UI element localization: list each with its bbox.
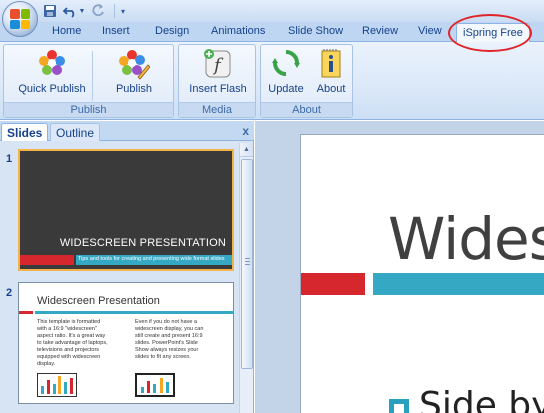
slide-title[interactable]: Wides (388, 205, 544, 273)
publish-button[interactable]: Publish (104, 47, 164, 101)
thumb2-chart-right (135, 373, 175, 397)
slide-number: 1 (6, 153, 13, 165)
quick-publish-icon (39, 50, 65, 75)
thumb2-column-left: This template is formatted with a 16:9 "… (37, 319, 108, 367)
slide-thumbnail-2[interactable]: Widescreen Presentation This template is… (18, 282, 234, 404)
tab-view[interactable]: View (418, 25, 442, 37)
media-group: f Insert Flash Media (178, 44, 256, 118)
slide-number: 2 (6, 287, 13, 299)
about-label: About (316, 83, 346, 95)
about-group: Update About About (260, 44, 353, 118)
media-group-label: Media (179, 102, 255, 117)
ribbon-tab-bar: Home Insert Design Animations Slide Show… (0, 22, 544, 43)
thumb2-title: Widescreen Presentation (37, 295, 160, 307)
thumb1-title: WIDESCREEN PRESENTATION (59, 237, 226, 249)
publish-group-label: Publish (4, 102, 173, 117)
slide-editor-area: Wides Side by (255, 121, 544, 413)
save-icon[interactable] (42, 3, 58, 19)
publish-group: Quick Publish Publish Publish (3, 44, 174, 118)
insert-flash-button[interactable]: f Insert Flash (183, 47, 253, 101)
pane-tab-bar: Slides Outline x (0, 121, 254, 141)
tab-design[interactable]: Design (155, 25, 189, 37)
update-label: Update (268, 83, 304, 95)
update-button[interactable]: Update (265, 47, 307, 101)
update-icon (272, 50, 300, 76)
tab-ispring-free[interactable]: iSpring Free (456, 23, 530, 43)
insert-flash-label: Insert Flash (189, 83, 247, 95)
slides-pane: Slides Outline x 1 WIDESCREEN PRESENTATI… (0, 121, 254, 413)
tab-home[interactable]: Home (52, 25, 81, 37)
about-icon (321, 49, 341, 78)
scroll-grip (245, 258, 250, 259)
insert-flash-icon: f (204, 49, 231, 78)
thumb1-red-bar (20, 255, 74, 265)
about-group-label: About (261, 102, 352, 117)
tab-slide-show[interactable]: Slide Show (288, 25, 343, 37)
slide-subheading[interactable]: Side by (419, 385, 544, 413)
thumb2-column-right: Even if you do not have a widescreen dis… (135, 319, 204, 360)
scroll-grip (245, 264, 250, 265)
title-bar: ▼ ▾ (0, 0, 544, 22)
thumb2-teal-bar (35, 311, 233, 314)
quick-publish-label: Quick Publish (18, 83, 86, 95)
tab-outline[interactable]: Outline (50, 123, 101, 141)
scroll-grip (245, 261, 250, 262)
quick-access-separator (114, 4, 115, 18)
thumb1-subtitle: Tips and tools for creating and presenti… (78, 256, 225, 262)
group-separator (92, 51, 93, 101)
tab-insert[interactable]: Insert (102, 25, 130, 37)
thumb2-red-bar (19, 311, 33, 314)
current-slide[interactable]: Wides Side by (300, 134, 544, 413)
quick-publish-button[interactable]: Quick Publish (12, 47, 92, 101)
redo-icon[interactable] (90, 3, 106, 19)
slide-red-bar (301, 273, 365, 295)
customize-toolbar-icon[interactable]: ▾ (118, 3, 128, 19)
tab-slides[interactable]: Slides (1, 123, 49, 141)
undo-dropdown-icon[interactable]: ▼ (78, 3, 86, 19)
thumb2-chart-left (37, 373, 77, 397)
office-logo-icon (10, 9, 30, 29)
close-pane-icon[interactable]: x (242, 124, 249, 138)
undo-icon[interactable] (62, 3, 78, 19)
about-button[interactable]: About (311, 47, 351, 101)
publish-icon (119, 50, 150, 80)
office-button[interactable] (2, 1, 38, 37)
ribbon: Quick Publish Publish Publish f Insert F… (0, 42, 544, 120)
slide-thumbnail-1[interactable]: WIDESCREEN PRESENTATION Tips and tools f… (18, 149, 234, 271)
scrollbar-thumb[interactable] (241, 159, 253, 369)
publish-label: Publish (115, 83, 153, 95)
tab-review[interactable]: Review (362, 25, 398, 37)
slide-teal-bar (373, 273, 544, 295)
bullet-square-icon (389, 399, 409, 413)
tab-animations[interactable]: Animations (211, 25, 265, 37)
scroll-up-arrow-icon[interactable]: ▲ (240, 143, 253, 157)
slides-scrollbar[interactable]: ▲ (239, 143, 253, 413)
